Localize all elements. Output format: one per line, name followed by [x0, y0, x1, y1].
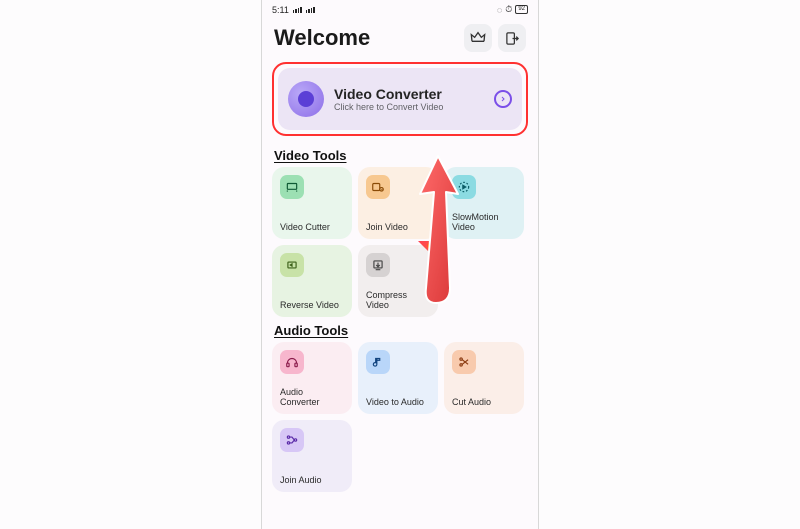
tile-label: Cut Audio	[452, 398, 516, 408]
join-audio-tile[interactable]: Join Audio	[272, 420, 352, 492]
section-title-video: Video Tools	[274, 148, 526, 163]
signal-icon	[293, 7, 302, 13]
cut-audio-tile[interactable]: Cut Audio	[444, 342, 524, 414]
join-video-tile[interactable]: Join Video	[358, 167, 438, 239]
video-to-audio-tile[interactable]: Video to Audio	[358, 342, 438, 414]
exit-icon	[505, 31, 520, 46]
hero-outline: Video Converter Click here to Convert Vi…	[272, 62, 528, 136]
tile-label: Reverse Video	[280, 301, 344, 311]
video-converter-card[interactable]: Video Converter Click here to Convert Vi…	[278, 68, 522, 130]
tile-label: Compress Video	[366, 291, 430, 311]
hero-arrow-button[interactable]	[494, 90, 512, 108]
reverse-video-icon	[280, 253, 304, 277]
compress-video-tile[interactable]: 🔥 Compress Video	[358, 245, 438, 317]
tile-label: Join Video	[366, 223, 430, 233]
hero-subtitle: Click here to Convert Video	[334, 102, 443, 112]
page-title: Welcome	[274, 25, 458, 51]
tile-label: Video to Audio	[366, 398, 430, 408]
hero-highlight: Video Converter Click here to Convert Vi…	[262, 54, 538, 142]
reverse-video-tile[interactable]: Reverse Video	[272, 245, 352, 317]
battery-icon: 92	[515, 5, 528, 14]
join-audio-icon	[280, 428, 304, 452]
compress-video-icon	[366, 253, 390, 277]
video-cutter-tile[interactable]: Video Cutter	[272, 167, 352, 239]
premium-button[interactable]	[464, 24, 492, 52]
chevron-right-icon	[499, 95, 507, 103]
tile-label: Video Cutter	[280, 223, 344, 233]
section-title-audio: Audio Tools	[274, 323, 526, 338]
clock-label: 5:11	[272, 5, 289, 15]
audio-converter-tile[interactable]: Audio Converter	[272, 342, 352, 414]
status-bar: 5:11 ◌ ⏱ 92	[262, 0, 538, 18]
join-video-icon	[366, 175, 390, 199]
cut-audio-icon	[452, 350, 476, 374]
tile-label: Audio Converter	[280, 388, 344, 408]
phone-frame: 5:11 ◌ ⏱ 92 Welcome Video Converter Clic…	[261, 0, 539, 529]
tile-label: SlowMotion Video	[452, 213, 516, 233]
tile-label: Join Audio	[280, 476, 344, 486]
video-converter-icon	[288, 81, 324, 117]
slowmotion-icon	[452, 175, 476, 199]
video-tools-grid: Video Cutter Join Video SlowMotion Video…	[262, 167, 538, 317]
audio-tools-grid: Audio Converter Video to Audio Cut Audio…	[262, 342, 538, 492]
hero-title: Video Converter	[334, 86, 443, 102]
crown-icon	[470, 30, 486, 46]
slowmotion-tile[interactable]: SlowMotion Video	[444, 167, 524, 239]
moon-icon: ◌	[497, 5, 502, 15]
audio-converter-icon	[280, 350, 304, 374]
video-to-audio-icon	[366, 350, 390, 374]
signal-icon	[306, 7, 315, 13]
video-cutter-icon	[280, 175, 304, 199]
exit-button[interactable]	[498, 24, 526, 52]
alarm-icon: ⏱	[505, 4, 512, 15]
header: Welcome	[262, 18, 538, 54]
hot-badge: 🔥	[418, 241, 440, 263]
